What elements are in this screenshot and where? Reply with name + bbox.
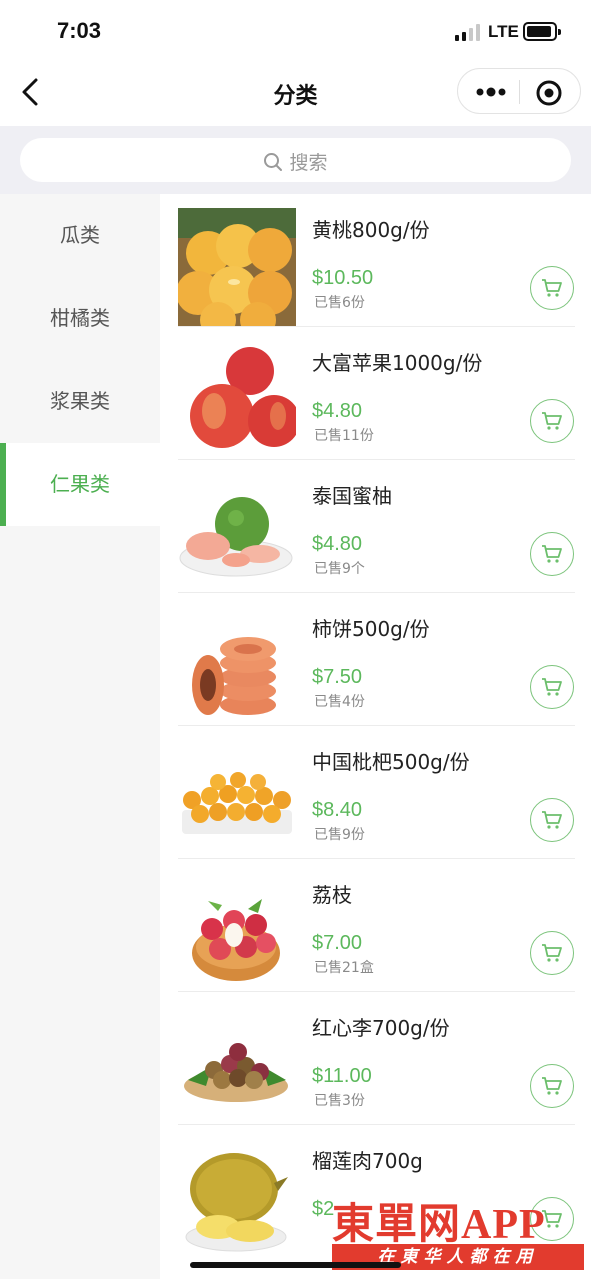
product-price: $2 <box>312 1198 335 1220</box>
add-to-cart-button[interactable] <box>530 931 574 975</box>
product-image-loquat <box>178 740 296 858</box>
cart-icon <box>542 944 562 962</box>
cart-icon <box>542 412 562 430</box>
cart-icon <box>542 545 562 563</box>
product-sold-count: 已售3份 <box>314 1093 365 1109</box>
close-miniprogram-button[interactable] <box>535 79 563 107</box>
product-item[interactable]: 柿饼500g/份 $7.50 已售4份 <box>178 593 575 726</box>
product-item[interactable]: 中国枇杷500g/份 $8.40 已售9份 <box>178 726 575 859</box>
status-time: 7:03 <box>57 18 102 43</box>
product-name: 荔枝 <box>312 883 352 907</box>
product-price: $11.00 <box>312 1065 372 1087</box>
search-icon <box>264 153 283 171</box>
add-to-cart-button[interactable] <box>530 1064 574 1108</box>
product-image-yellow-peach <box>178 208 296 326</box>
product-sold-count: 已售6份 <box>314 295 365 311</box>
add-to-cart-button[interactable] <box>530 532 574 576</box>
product-list: 黄桃800g/份 $10.50 已售6份 大富苹果1000g/份 $4.80 已… <box>160 194 591 1279</box>
product-image-dried-persimmon <box>178 607 296 725</box>
search-input[interactable]: 搜索 <box>20 138 571 182</box>
product-image-apple <box>178 341 296 459</box>
product-price: $10.50 <box>312 267 374 289</box>
miniprogram-capsule <box>457 68 581 114</box>
product-sold-count: 已售4份 <box>314 694 365 710</box>
home-indicator[interactable] <box>190 1262 401 1268</box>
product-item[interactable]: 泰国蜜柚 $4.80 已售9个 <box>178 460 575 593</box>
product-price: $8.40 <box>312 799 363 821</box>
product-name: 中国枇杷500g/份 <box>312 750 470 774</box>
product-name: 泰国蜜柚 <box>312 484 392 508</box>
product-image-plum <box>178 1006 296 1124</box>
product-price: $7.00 <box>312 932 363 954</box>
product-name: 黄桃800g/份 <box>312 218 430 242</box>
cart-icon <box>542 811 562 829</box>
product-item[interactable]: 黄桃800g/份 $10.50 已售6份 <box>178 194 575 327</box>
navbar: 分类 <box>0 62 591 126</box>
network-label: LTE <box>488 22 519 41</box>
signal-icon <box>455 23 483 41</box>
product-name: 柿饼500g/份 <box>312 617 430 641</box>
product-image-durian <box>178 1139 296 1257</box>
sidebar-item-citrus[interactable]: 柑橘类 <box>0 277 160 360</box>
product-sold-count: 已售21盒 <box>314 960 374 976</box>
category-sidebar: 瓜类 柑橘类 浆果类 仁果类 <box>0 194 160 1279</box>
search-area: 搜索 <box>0 126 591 194</box>
cart-icon <box>542 678 562 696</box>
product-sold-count: 已售11份 <box>314 428 374 444</box>
product-price: $7.50 <box>312 666 363 688</box>
add-to-cart-button[interactable] <box>530 665 574 709</box>
cart-icon <box>542 1077 562 1095</box>
product-sold-count: 已售9份 <box>314 827 365 843</box>
product-item[interactable]: 荔枝 $7.00 已售21盒 <box>178 859 575 992</box>
product-name: 大富苹果1000g/份 <box>312 351 483 375</box>
product-name: 榴莲肉700g <box>312 1149 423 1173</box>
cart-icon <box>542 279 562 297</box>
target-icon <box>536 80 562 106</box>
add-to-cart-button[interactable] <box>530 266 574 310</box>
search-placeholder: 搜索 <box>289 152 328 174</box>
sidebar-item-berries[interactable]: 浆果类 <box>0 360 160 443</box>
product-item[interactable]: 红心李700g/份 $11.00 已售3份 <box>178 992 575 1125</box>
more-dots-icon <box>476 87 506 97</box>
product-sold-count: 已售9个 <box>314 561 365 577</box>
capsule-divider <box>519 80 520 104</box>
sidebar-item-melons[interactable]: 瓜类 <box>0 194 160 277</box>
status-bar: 7:03 LTE <box>0 0 591 62</box>
product-price: $4.80 <box>312 533 363 555</box>
product-image-lychee <box>178 873 296 991</box>
product-image-pomelo <box>178 474 296 592</box>
product-price: $4.80 <box>312 400 363 422</box>
product-name: 红心李700g/份 <box>312 1016 450 1040</box>
more-button[interactable] <box>471 80 511 104</box>
add-to-cart-button[interactable] <box>530 798 574 842</box>
add-to-cart-button[interactable] <box>530 399 574 443</box>
battery-icon <box>523 22 561 41</box>
sidebar-item-pome-fruits[interactable]: 仁果类 <box>0 443 160 526</box>
product-item[interactable]: 大富苹果1000g/份 $4.80 已售11份 <box>178 327 575 460</box>
watermark-brand: 東單网APP <box>332 1202 546 1248</box>
